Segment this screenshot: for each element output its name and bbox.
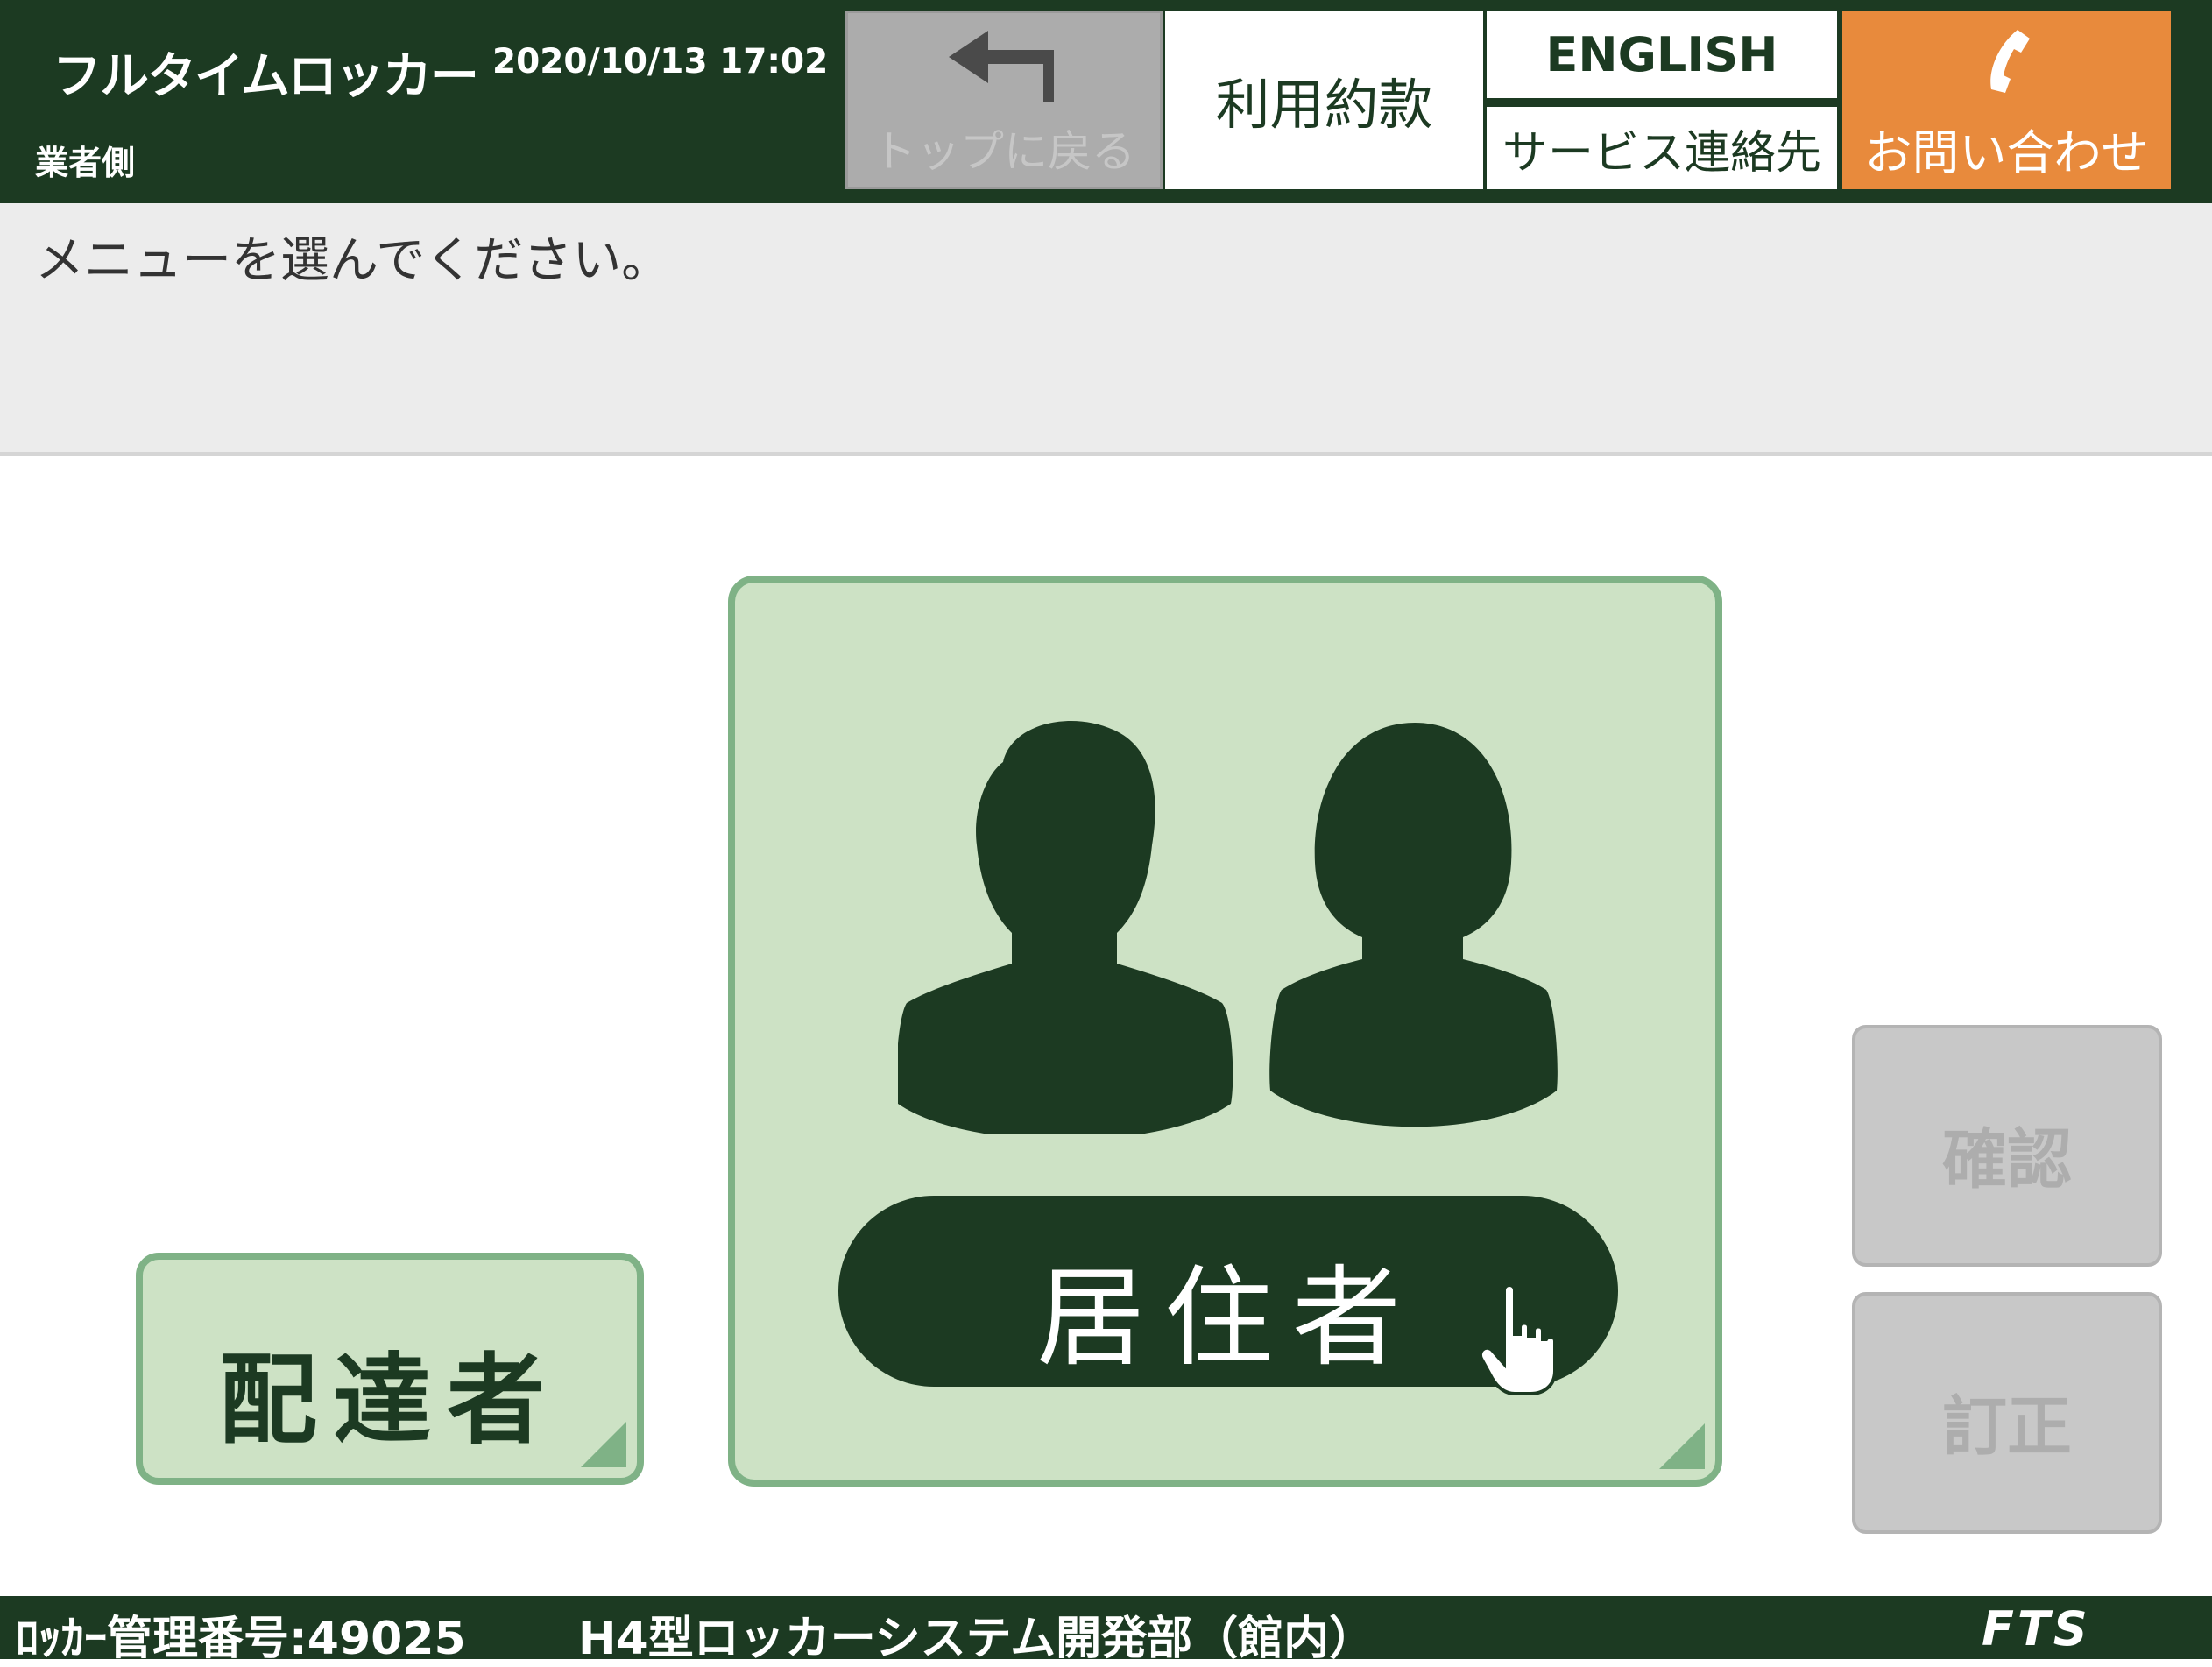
brand-logo: フルタイムロッカー — [53, 48, 479, 105]
department-label: H4型ロッカーシステム開発部（館内） — [578, 1613, 1375, 1665]
footer-bar: ﾛｯｶｰ管理番号:49025 H4型ロッカーシステム開発部（館内） FTS — [0, 1596, 2212, 1665]
delivery-button-label: 配達者 — [219, 1344, 561, 1458]
service-contact-button[interactable]: サービス連絡先 — [1487, 107, 1837, 189]
confirm-button[interactable]: 確認 — [1852, 1025, 2162, 1267]
corner-triangle-icon — [1659, 1423, 1705, 1469]
inquiry-button-label: お問い合わせ — [1864, 125, 2149, 180]
resident-button[interactable]: 居住者 — [728, 576, 1722, 1487]
back-to-top-button[interactable]: トップに戻る — [845, 11, 1163, 189]
terms-button[interactable]: 利用約款 — [1165, 11, 1483, 189]
datetime-display: 2020/10/13 17:02 — [492, 42, 829, 81]
return-arrow-icon — [949, 31, 1054, 102]
instruction-message: メニューを選んでください。 — [35, 232, 671, 289]
hand-pointer-icon — [1479, 1283, 1557, 1395]
confirm-button-label: 確認 — [1942, 1122, 2072, 1197]
back-button-label: トップに戻る — [873, 126, 1135, 177]
corner-triangle-icon — [581, 1422, 626, 1467]
locker-id: ﾛｯｶｰ管理番号:49025 — [16, 1613, 466, 1665]
header-bar: フルタイムロッカー 2020/10/13 17:02 業者側 トップに戻る 利用… — [0, 0, 2212, 203]
english-button[interactable]: ENGLISH — [1487, 11, 1837, 98]
message-area: メニューを選んでください。 — [0, 203, 2212, 456]
people-icon — [898, 721, 1558, 1134]
inquiry-button[interactable]: お問い合わせ — [1842, 11, 2171, 189]
fts-logo: FTS — [1982, 1601, 2091, 1656]
correct-button-label: 訂正 — [1942, 1389, 2072, 1465]
delivery-person-button[interactable]: 配達者 — [136, 1253, 644, 1485]
correct-button[interactable]: 訂正 — [1852, 1292, 2162, 1534]
mode-label: 業者側 — [35, 144, 136, 182]
phone-icon — [1990, 30, 2030, 93]
resident-label-pill: 居住者 — [838, 1196, 1618, 1395]
